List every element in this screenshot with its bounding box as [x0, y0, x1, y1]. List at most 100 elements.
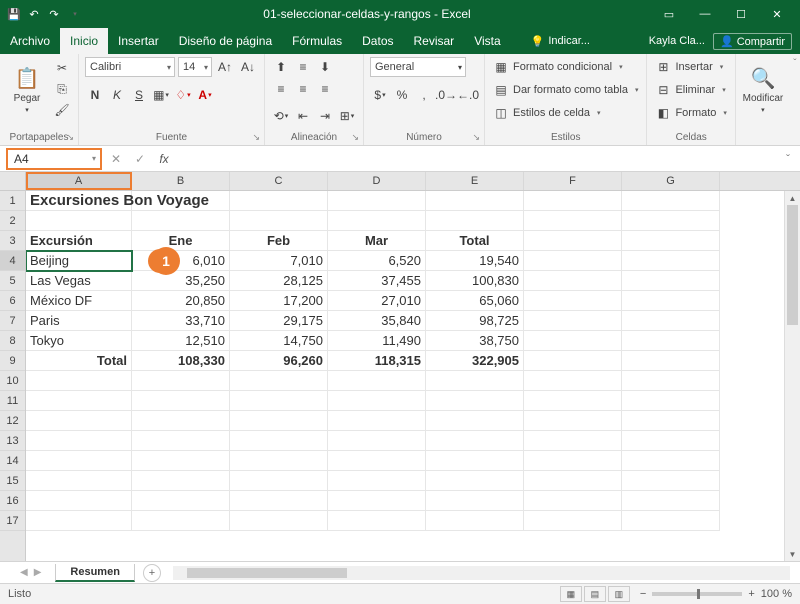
cell-C6[interactable]: 17,200 — [230, 291, 328, 311]
cell-D3[interactable]: Mar — [328, 231, 426, 251]
cell-E12[interactable] — [426, 411, 524, 431]
font-color-button[interactable]: A — [195, 85, 215, 105]
cell-B3[interactable]: Ene — [132, 231, 230, 251]
increase-font-button[interactable]: A↑ — [215, 57, 235, 77]
row-header-15[interactable]: 15 — [0, 471, 25, 491]
expand-formula-bar-icon[interactable]: ˇ — [776, 149, 800, 169]
column-header-e[interactable]: E — [426, 172, 524, 190]
enter-formula-icon[interactable]: ✓ — [128, 149, 152, 169]
tell-me[interactable]: 💡 Indicar... — [531, 28, 590, 54]
align-middle-button[interactable]: ≡ — [293, 57, 313, 77]
cell-D11[interactable] — [328, 391, 426, 411]
cell-E11[interactable] — [426, 391, 524, 411]
column-header-g[interactable]: G — [622, 172, 720, 190]
cell-A1[interactable]: Excursiones Bon Voyage — [26, 191, 132, 211]
zoom-out-button[interactable]: − — [640, 588, 646, 600]
cell-B12[interactable] — [132, 411, 230, 431]
cell-A17[interactable] — [26, 511, 132, 531]
orientation-button[interactable]: ⟲ — [271, 106, 291, 126]
cell-A7[interactable]: Paris — [26, 311, 132, 331]
number-launcher-icon[interactable]: ↘ — [472, 132, 480, 143]
tab-archivo[interactable]: Archivo — [0, 28, 60, 54]
cell-F3[interactable] — [524, 231, 622, 251]
cell-F9[interactable] — [524, 351, 622, 371]
zoom-in-button[interactable]: + — [748, 588, 754, 600]
cell-E15[interactable] — [426, 471, 524, 491]
cell-A13[interactable] — [26, 431, 132, 451]
cell-A14[interactable] — [26, 451, 132, 471]
cell-D10[interactable] — [328, 371, 426, 391]
cell-D9[interactable]: 118,315 — [328, 351, 426, 371]
row-header-1[interactable]: 1 — [0, 191, 25, 211]
cell-C13[interactable] — [230, 431, 328, 451]
cell-G2[interactable] — [622, 211, 720, 231]
cell-C12[interactable] — [230, 411, 328, 431]
cell-A3[interactable]: Excursión — [26, 231, 132, 251]
percent-button[interactable]: % — [392, 85, 412, 105]
sheet-tab-resumen[interactable]: Resumen — [55, 564, 135, 582]
copy-button[interactable]: ⎘ — [52, 80, 72, 98]
cell-C11[interactable] — [230, 391, 328, 411]
paste-button[interactable]: 📋 Pegar ▾ — [6, 57, 48, 123]
row-header-9[interactable]: 9 — [0, 351, 25, 371]
wrap-merge-button[interactable]: ⊞ — [337, 106, 357, 126]
collapse-ribbon-icon[interactable]: ˇ — [790, 54, 800, 145]
cell-F7[interactable] — [524, 311, 622, 331]
cell-B8[interactable]: 12,510 — [132, 331, 230, 351]
cell-F11[interactable] — [524, 391, 622, 411]
cell-E10[interactable] — [426, 371, 524, 391]
cell-B13[interactable] — [132, 431, 230, 451]
maximize-icon[interactable]: ☐ — [724, 4, 758, 24]
row-header-3[interactable]: 3 — [0, 231, 25, 251]
cell-C7[interactable]: 29,175 — [230, 311, 328, 331]
cell-G9[interactable] — [622, 351, 720, 371]
undo-icon[interactable]: ↶ — [26, 6, 42, 22]
format-as-table-button[interactable]: ▤Dar formato como tabla — [491, 80, 640, 100]
cell-G10[interactable] — [622, 371, 720, 391]
row-header-17[interactable]: 17 — [0, 511, 25, 531]
cell-D6[interactable]: 27,010 — [328, 291, 426, 311]
cell-G11[interactable] — [622, 391, 720, 411]
cell-F16[interactable] — [524, 491, 622, 511]
cell-F13[interactable] — [524, 431, 622, 451]
new-sheet-button[interactable]: + — [143, 564, 161, 582]
cell-E8[interactable]: 38,750 — [426, 331, 524, 351]
cell-E3[interactable]: Total — [426, 231, 524, 251]
scroll-thumb[interactable] — [787, 205, 798, 325]
tab-datos[interactable]: Datos — [352, 28, 403, 54]
cell-G4[interactable] — [622, 251, 720, 271]
find-select-button[interactable]: 🔍 Modificar ▾ — [742, 57, 784, 123]
cell-A6[interactable]: México DF — [26, 291, 132, 311]
format-painter-button[interactable]: 🖌 — [52, 101, 72, 119]
autosave-icon[interactable]: 💾 — [6, 6, 22, 22]
format-cells-button[interactable]: ◧Formato — [653, 103, 728, 123]
cell-D8[interactable]: 11,490 — [328, 331, 426, 351]
cell-G6[interactable] — [622, 291, 720, 311]
cell-A5[interactable]: Las Vegas — [26, 271, 132, 291]
cell-E2[interactable] — [426, 211, 524, 231]
horizontal-scrollbar[interactable] — [173, 566, 790, 580]
select-all-corner[interactable] — [0, 172, 25, 191]
ribbon-options-icon[interactable]: ▭ — [652, 4, 686, 24]
cell-A9[interactable]: Total — [26, 351, 132, 371]
row-header-14[interactable]: 14 — [0, 451, 25, 471]
tab-inicio[interactable]: Inicio — [60, 28, 108, 54]
align-top-button[interactable]: ⬆ — [271, 57, 291, 77]
font-name-select[interactable]: Calibri — [85, 57, 175, 77]
cell-D4[interactable]: 6,520 — [328, 251, 426, 271]
minimize-icon[interactable]: — — [688, 4, 722, 24]
user-name[interactable]: Kayla Cla... — [649, 35, 705, 47]
cell-A10[interactable] — [26, 371, 132, 391]
cell-G12[interactable] — [622, 411, 720, 431]
cell-E13[interactable] — [426, 431, 524, 451]
italic-button[interactable]: K — [107, 85, 127, 105]
qat-customize-icon[interactable] — [66, 6, 82, 22]
cell-D16[interactable] — [328, 491, 426, 511]
cell-B10[interactable] — [132, 371, 230, 391]
decrease-font-button[interactable]: A↓ — [238, 57, 258, 77]
column-header-f[interactable]: F — [524, 172, 622, 190]
cell-E6[interactable]: 65,060 — [426, 291, 524, 311]
cut-button[interactable]: ✂ — [52, 59, 72, 77]
currency-button[interactable]: $ — [370, 85, 390, 105]
cell-E16[interactable] — [426, 491, 524, 511]
